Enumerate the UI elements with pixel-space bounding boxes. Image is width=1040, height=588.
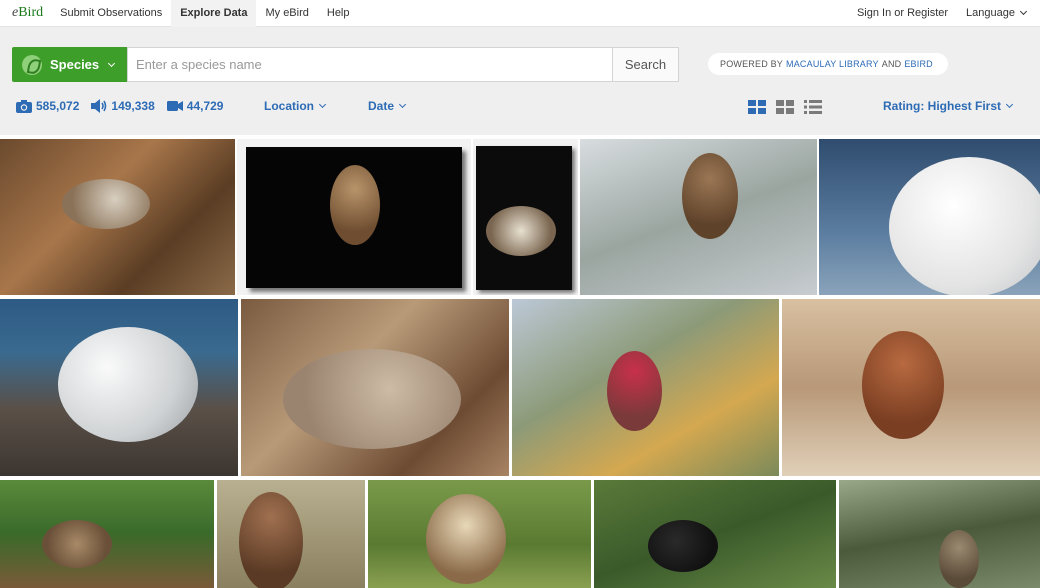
photo-subject [889,157,1040,295]
powered-by-badge: POWERED BY MACAULAY LIBRARY AND EBIRD [708,53,948,75]
photo-tile[interactable] [241,299,509,476]
photo-subject [426,494,506,584]
photo-tile[interactable] [0,139,235,295]
rating-sort-dropdown[interactable]: Rating: Highest First [883,99,1014,113]
photo-subject [939,530,979,588]
language-menu[interactable]: Language [957,0,1040,27]
large-grid-view-icon[interactable] [748,100,766,114]
photo-subject [62,179,150,229]
photo-tile[interactable] [580,139,817,295]
chevron-down-icon [398,100,407,109]
nav-help[interactable]: Help [318,0,359,27]
photo-tile[interactable] [0,299,238,476]
photo-subject [607,351,662,431]
photo-tile[interactable] [0,480,214,588]
photo-count-filter[interactable]: 585,072 [16,99,79,113]
ebird-link[interactable]: EBIRD [904,59,933,69]
photo-tile[interactable] [594,480,836,588]
species-dropdown-button[interactable]: Species [12,47,127,82]
photo-tile[interactable] [473,139,578,295]
species-label: Species [50,57,100,72]
photo-frame [246,147,462,288]
photo-subject [239,492,303,588]
view-toggle-group [748,100,832,114]
photo-subject [330,165,380,245]
list-view-icon[interactable] [804,100,822,114]
small-grid-view-icon[interactable] [776,100,794,114]
photo-subject [648,520,718,572]
photo-subject [486,206,556,256]
video-count: 44,729 [186,99,224,113]
photo-subject [283,349,461,449]
audio-count: 149,338 [111,99,155,113]
video-count-filter[interactable]: 44,729 [166,99,224,113]
media-counts: 585,072 149,338 44,729 [16,99,235,113]
chevron-down-icon [1005,100,1014,109]
photo-subject [42,520,112,568]
audio-count-filter[interactable]: 149,338 [91,99,155,113]
nav-my-ebird[interactable]: My eBird [256,0,317,27]
date-label: Date [368,99,395,113]
chevron-down-icon [1019,7,1028,16]
camera-icon [16,99,32,113]
photo-tile[interactable] [782,299,1040,476]
species-search-input[interactable] [127,47,613,82]
language-label: Language [966,7,1015,19]
video-camera-icon [166,101,183,111]
speaker-icon [91,99,107,113]
photo-subject [58,327,198,442]
photo-tile[interactable] [237,139,471,295]
photo-tile[interactable] [839,480,1040,588]
rating-label: Rating: Highest First [883,99,1002,113]
photo-tile[interactable] [819,139,1040,295]
photo-subject [862,331,944,439]
chevron-down-icon [318,100,327,109]
search-panel: Species Search POWERED BY MACAULAY LIBRA… [0,27,1040,135]
nav-submit-observations[interactable]: Submit Observations [51,0,171,27]
photo-tile[interactable] [217,480,365,588]
location-label: Location [264,99,314,113]
ebird-logo[interactable]: e Bird [0,5,51,21]
photo-frame [476,146,572,290]
photo-subject [682,153,738,239]
photo-tile[interactable] [512,299,779,476]
macaulay-library-link[interactable]: MACAULAY LIBRARY [786,59,879,69]
chevron-down-icon [108,59,116,67]
location-filter[interactable]: Location [264,99,327,113]
date-filter[interactable]: Date [368,99,407,113]
photo-tile[interactable] [368,480,591,588]
nav-explore-data[interactable]: Explore Data [171,0,257,27]
search-button[interactable]: Search [612,47,679,82]
species-leaf-icon [22,54,42,75]
photo-count: 585,072 [36,99,80,113]
top-nav: e Bird Submit Observations Explore Data M… [0,0,1040,27]
sign-in-link[interactable]: Sign In or Register [848,0,957,27]
